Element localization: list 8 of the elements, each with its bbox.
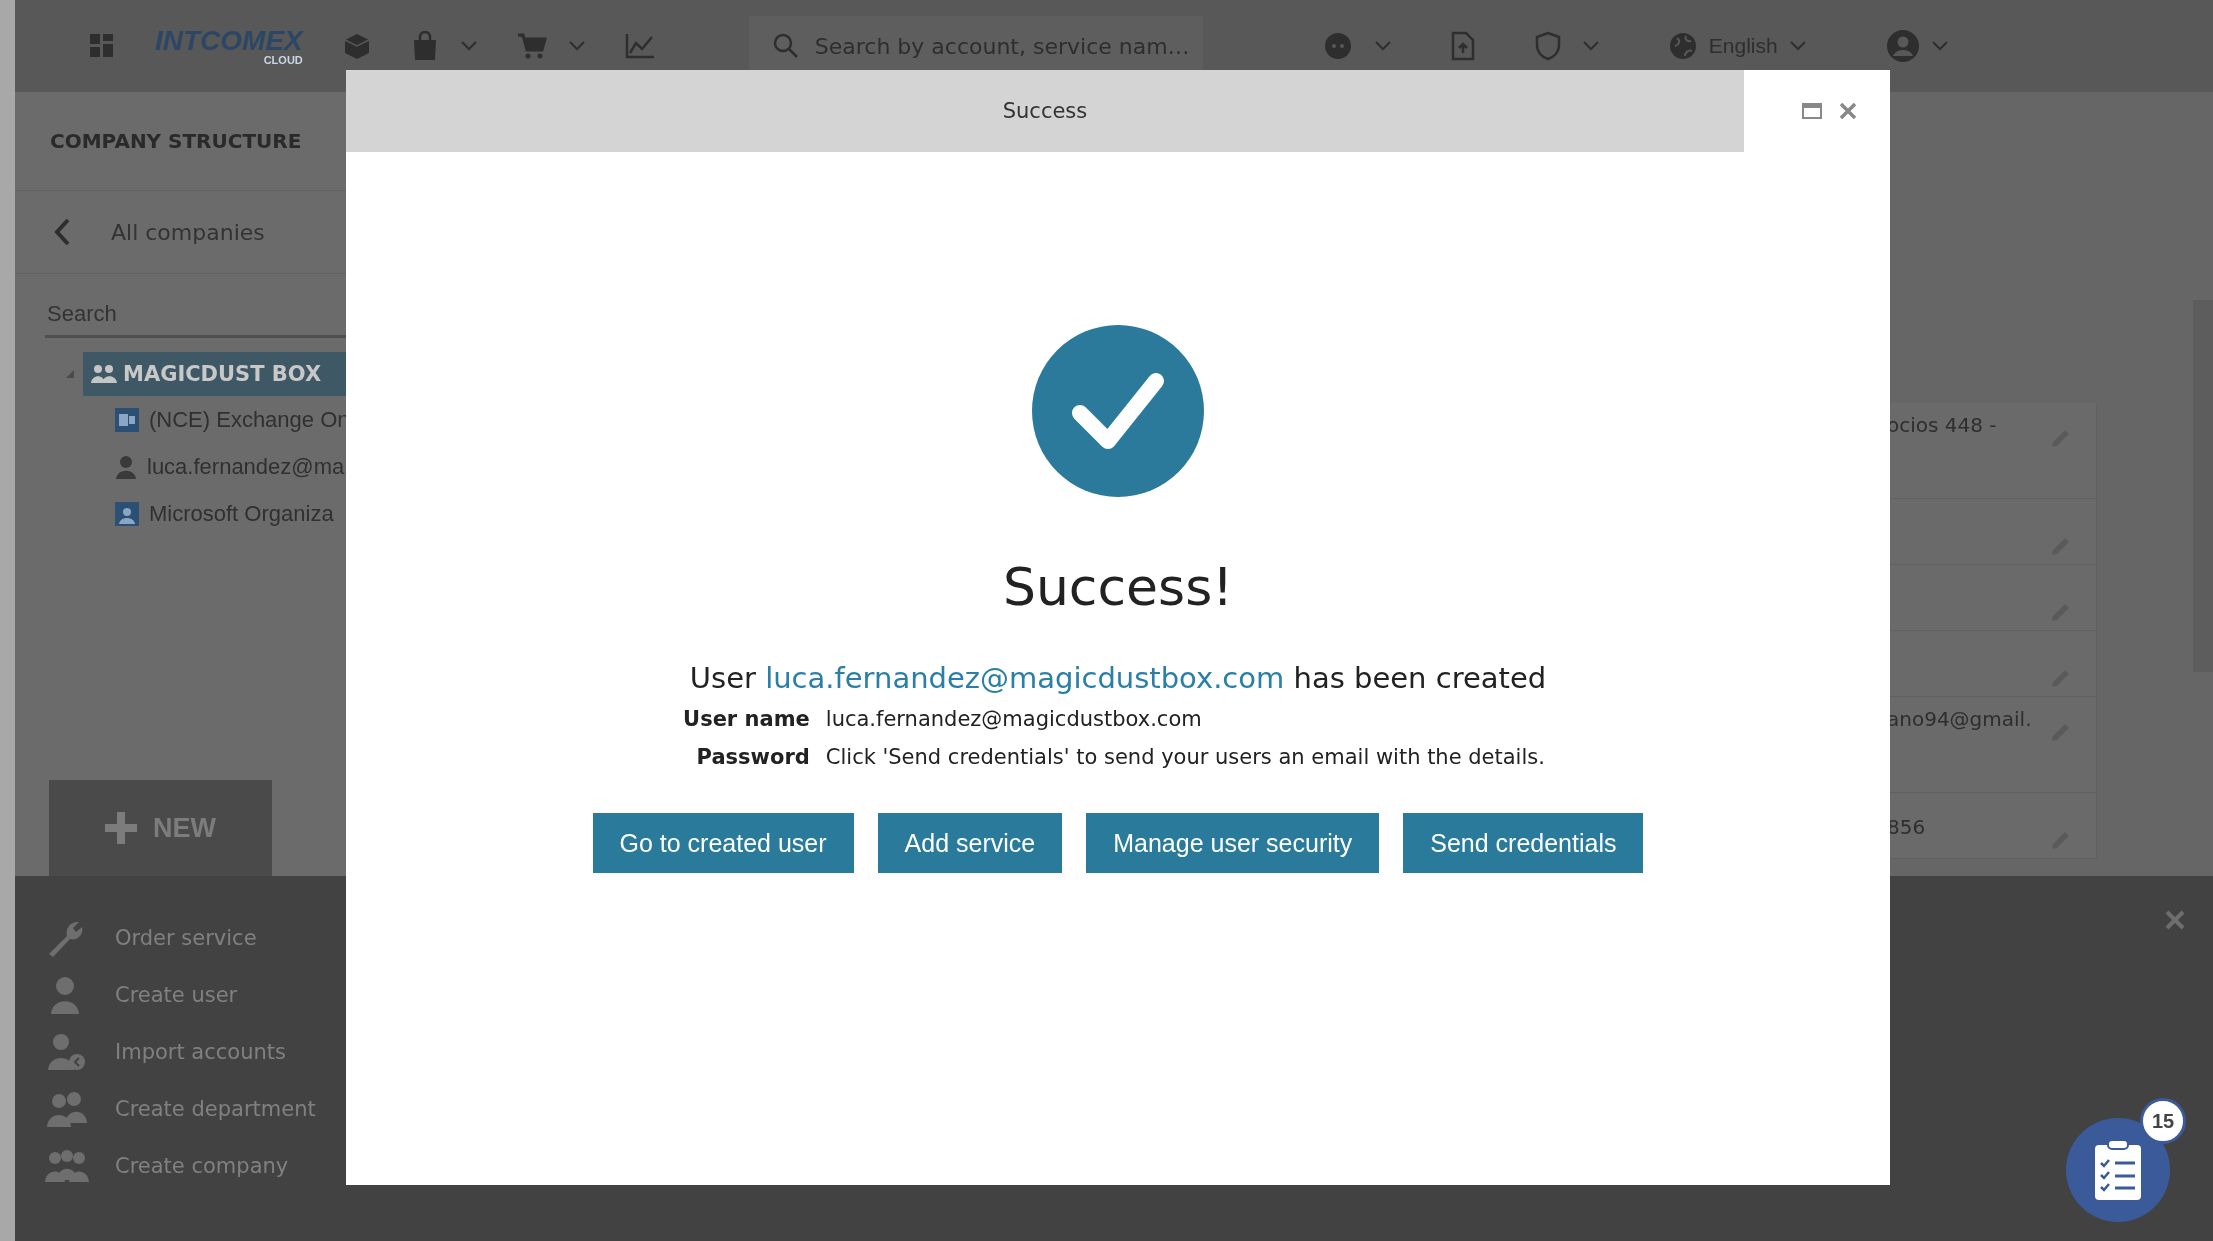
success-message: User luca.fernandez@magicdustbox.com has been created [689, 661, 1547, 695]
detail-value: luca.fernandez@magicdustbox.com [825, 707, 1203, 731]
detail-label: User name [683, 707, 810, 731]
table-cell: ano94@gmail. [1887, 707, 2032, 731]
detail-label: Password [695, 745, 810, 769]
dialog-title: Success [1002, 99, 1088, 123]
success-heading: Success! [1002, 557, 1234, 617]
detail-value: Click 'Send credentials' to send your users an email with the details. [825, 745, 1545, 769]
